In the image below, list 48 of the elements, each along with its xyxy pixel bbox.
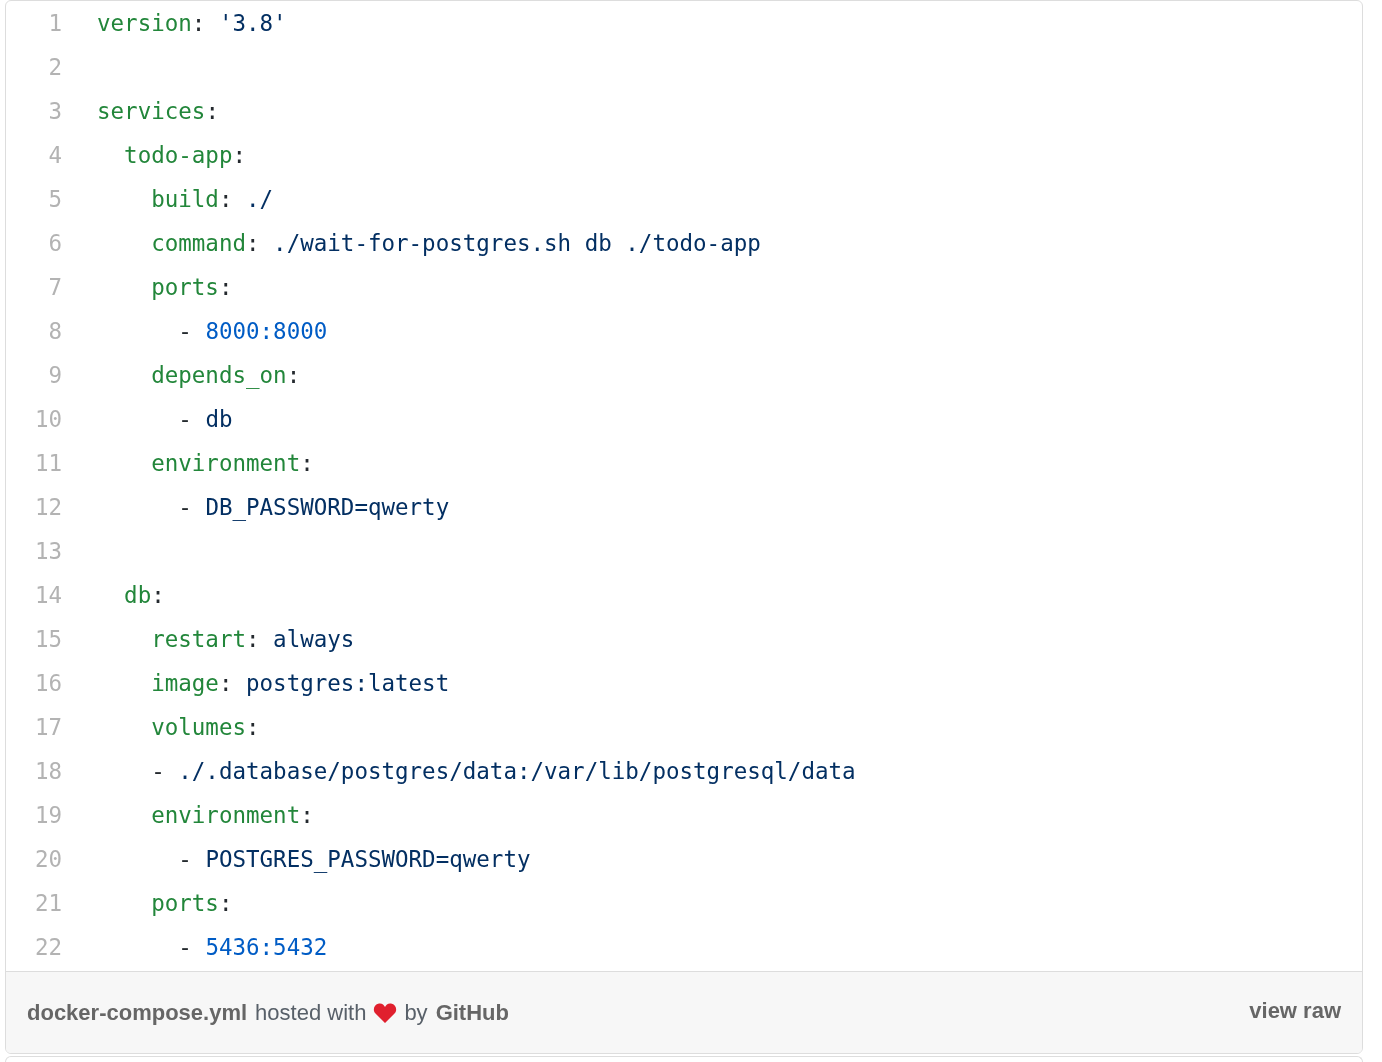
filename-link[interactable]: docker-compose.yml [27,996,248,1029]
line-number: 11 [33,449,62,479]
line-number: 4 [47,141,62,171]
code-line: services: [97,97,219,127]
line-number: 5 [47,185,62,215]
code-line: environment: [150,449,314,479]
line-number: 9 [47,361,62,391]
line-number: 17 [33,713,62,743]
line-number: 22 [33,933,62,963]
line-number: 1 [47,9,62,39]
line-number: 12 [33,493,62,523]
code-line: depends_on: [150,361,301,391]
by-text: by [404,999,428,1027]
line-number: 8 [47,317,62,347]
code-line: version: '3.8' [97,9,287,39]
code-line: image: postgres:latest [150,669,450,699]
code-line: - db [177,405,233,435]
line-number: 13 [33,537,62,567]
line-number: 10 [33,405,62,435]
code-line: - ./.database/postgres/data:/var/lib/postgresql/data [150,757,856,787]
line-number: 3 [47,97,62,127]
line-number: 2 [47,53,62,83]
line-number: 14 [33,581,62,611]
line-number: 7 [47,273,62,303]
line-number: 18 [33,757,62,787]
code-line: db: [123,581,165,611]
line-number: 19 [33,801,62,831]
code-line: ports: [150,273,233,303]
github-link[interactable]: GitHub [435,996,509,1029]
line-number: 16 [33,669,62,699]
line-number: 15 [33,625,62,655]
code-line: restart: always [150,625,355,655]
code-line: - POSTGRES_PASSWORD=qwerty [177,845,531,875]
code-line: - DB_PASSWORD=qwerty [177,493,450,523]
hosted-with-text: hosted with [255,999,367,1027]
code-line: - 8000:8000 [177,317,328,347]
heart-icon [373,1001,398,1024]
line-number: 21 [33,889,62,919]
code-line: volumes: [150,713,260,743]
code-line: command: ./wait-for-postgres.sh db ./todo-app [150,229,761,259]
code-line: build: ./ [150,185,274,215]
code-line: environment: [150,801,314,831]
line-number: 20 [33,845,62,875]
view-raw-link[interactable]: view raw [1249,994,1341,1027]
code-line: todo-app: [123,141,246,171]
code-line: ports: [150,889,233,919]
code-line: - 5436:5432 [177,933,328,963]
line-number: 6 [47,229,62,259]
